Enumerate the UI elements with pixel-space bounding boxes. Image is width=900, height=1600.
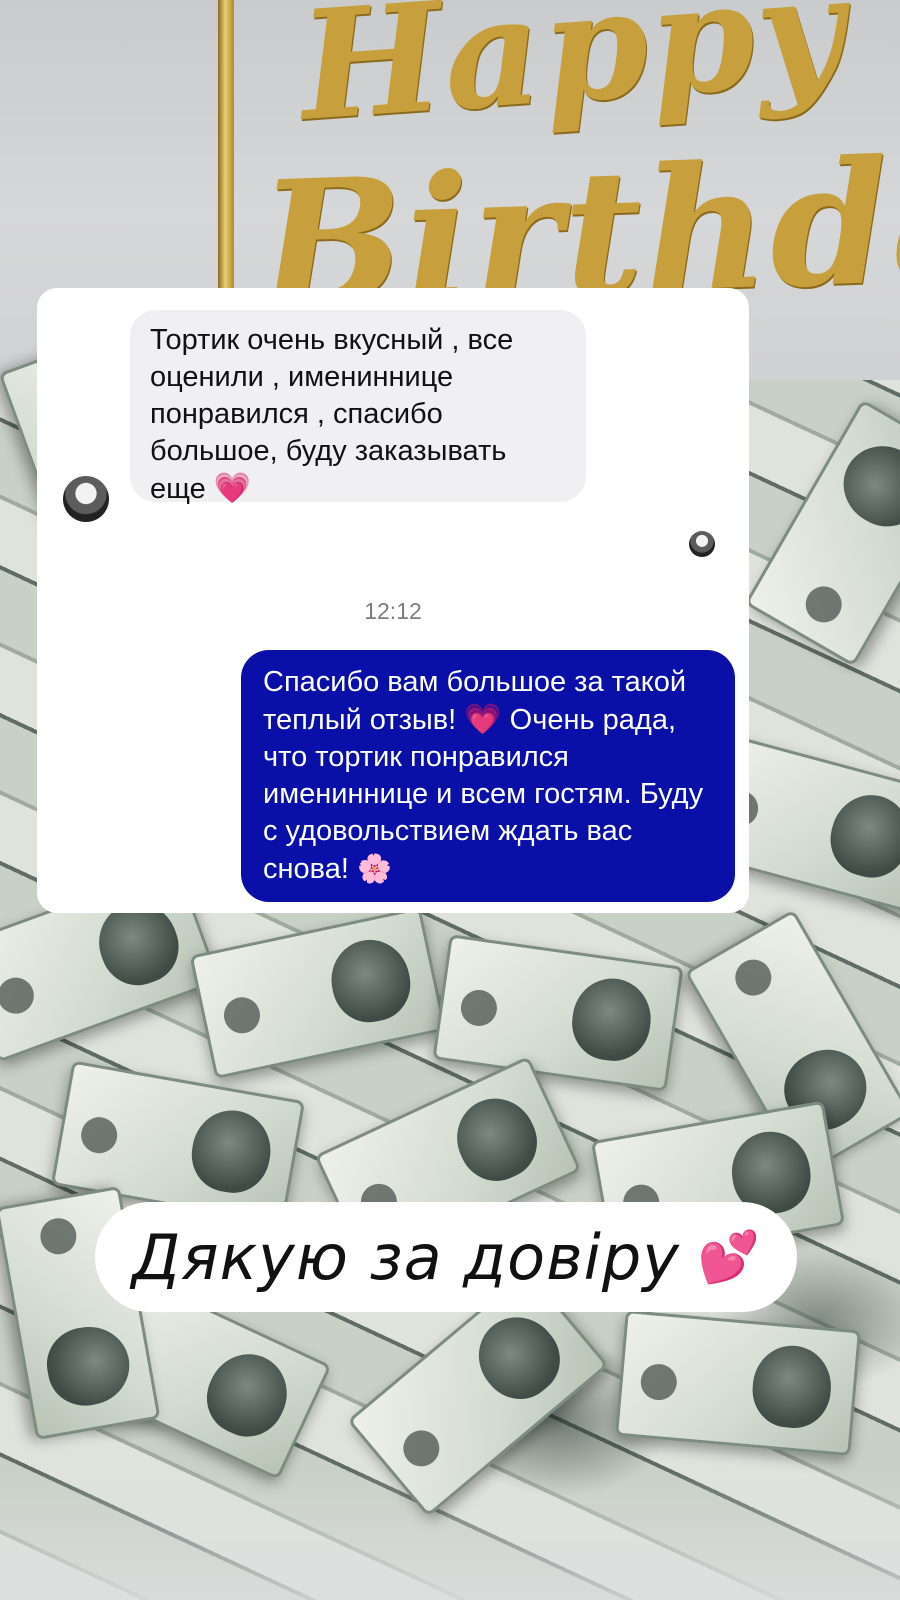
outgoing-message-bubble[interactable]: Спасибо вам большое за такой теплый отзы… xyxy=(241,650,735,902)
read-receipt-avatar xyxy=(689,531,715,557)
caption-pill: Дякую за довіру 💕 xyxy=(95,1202,797,1312)
message-timestamp: 12:12 xyxy=(364,598,422,624)
gold-candle xyxy=(218,0,234,290)
pink-heart-icon: 💗 xyxy=(464,702,502,737)
chat-screenshot-card: Тортик очень вкусный , все оценили , име… xyxy=(37,288,749,913)
incoming-message-text: Тортик очень вкусный , все оценили , име… xyxy=(150,324,514,505)
caption-text: Дякую за довіру xyxy=(131,1220,680,1294)
customer-avatar[interactable] xyxy=(63,476,109,522)
pink-heart-icon: 💗 xyxy=(213,471,252,506)
cherry-blossom-icon: 🌸 xyxy=(356,852,392,885)
two-hearts-icon: 💕 xyxy=(697,1228,761,1286)
dollar-bill xyxy=(614,1309,862,1457)
incoming-message-bubble[interactable]: Тортик очень вкусный , все оценили , име… xyxy=(130,310,586,506)
